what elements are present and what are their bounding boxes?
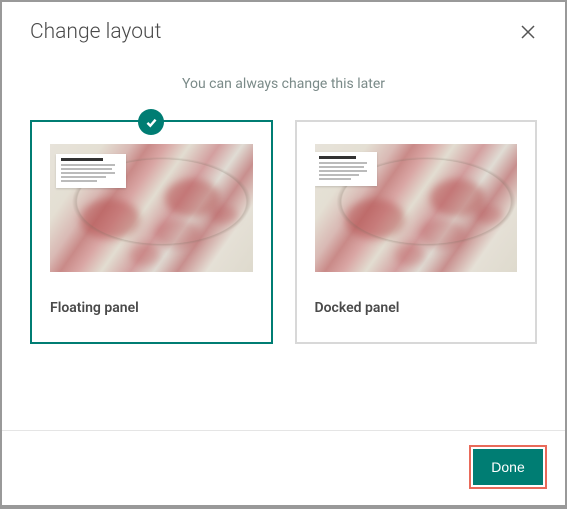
- done-button-highlight: Done: [469, 445, 547, 489]
- dialog-subtitle: You can always change this later: [2, 76, 565, 92]
- layout-options: Floating panel Docked panel: [2, 120, 565, 344]
- option-docked-panel[interactable]: Docked panel: [295, 120, 538, 344]
- option-label: Floating panel: [50, 300, 253, 316]
- change-layout-dialog: Change layout You can always change this…: [2, 2, 565, 505]
- dialog-title: Change layout: [30, 20, 161, 44]
- selected-check: [138, 109, 164, 135]
- option-floating-panel[interactable]: Floating panel: [30, 120, 273, 344]
- dialog-footer: Done: [2, 431, 565, 505]
- option-label: Docked panel: [315, 300, 518, 316]
- close-button[interactable]: [519, 23, 537, 41]
- close-icon: [520, 24, 536, 40]
- done-button[interactable]: Done: [473, 449, 543, 485]
- preview-panel-overlay: [315, 152, 377, 186]
- dialog-header: Change layout: [2, 2, 565, 54]
- preview-docked: [315, 144, 518, 272]
- preview-panel-overlay: [56, 154, 126, 188]
- check-icon: [145, 116, 158, 129]
- preview-floating: [50, 144, 253, 272]
